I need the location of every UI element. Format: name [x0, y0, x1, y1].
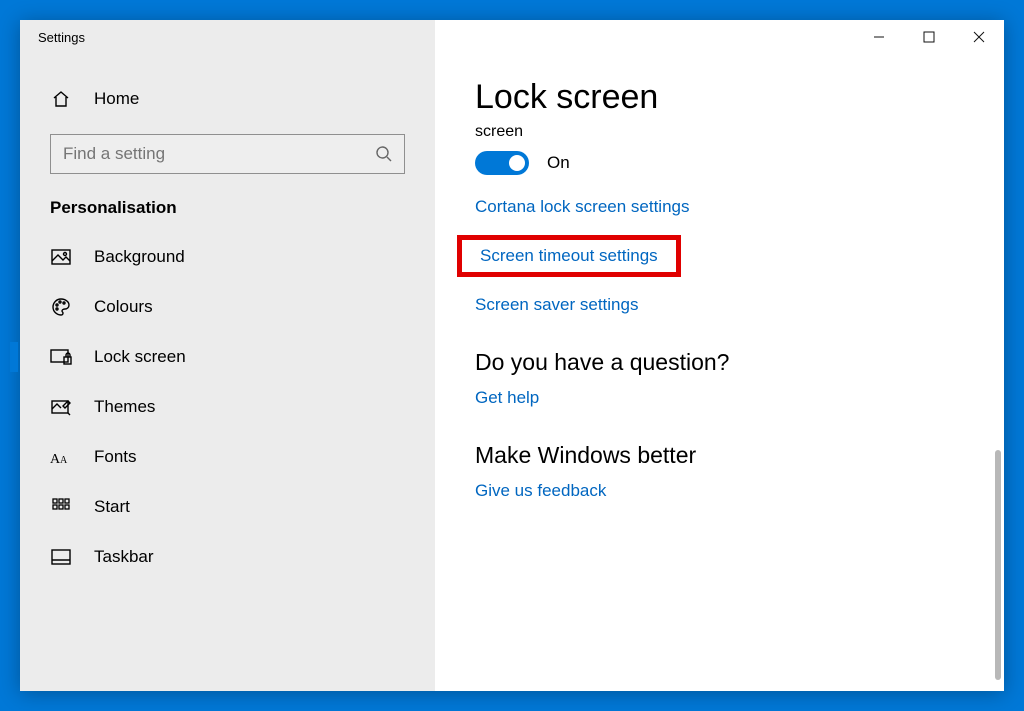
sidebar-item-taskbar[interactable]: Taskbar	[20, 532, 435, 582]
window-title: Settings	[20, 30, 85, 45]
search-icon	[364, 145, 404, 163]
sidebar-item-themes[interactable]: Themes	[20, 382, 435, 432]
home-button[interactable]: Home	[20, 76, 435, 122]
taskbar-icon	[50, 549, 72, 565]
lock-screen-icon	[50, 348, 72, 366]
feedback-link[interactable]: Give us feedback	[475, 481, 964, 501]
sidebar-item-start[interactable]: Start	[20, 482, 435, 532]
better-heading: Make Windows better	[475, 442, 964, 469]
sidebar-item-lock-screen[interactable]: Lock screen	[20, 332, 435, 382]
sidebar-item-colours[interactable]: Colours	[20, 282, 435, 332]
minimize-button[interactable]	[854, 20, 904, 54]
scrollbar-thumb[interactable]	[995, 450, 1001, 680]
settings-window: Settings Home	[20, 20, 1004, 691]
screen-toggle[interactable]	[475, 151, 529, 175]
question-heading: Do you have a question?	[475, 349, 964, 376]
maximize-button[interactable]	[904, 20, 954, 54]
nav-list: Background Colours	[20, 232, 435, 582]
page-title: Lock screen	[475, 78, 964, 117]
sidebar-item-fonts[interactable]: AA Fonts	[20, 432, 435, 482]
palette-icon	[50, 297, 72, 317]
get-help-link[interactable]: Get help	[475, 388, 964, 408]
sidebar-item-label: Start	[94, 497, 130, 517]
sidebar-item-label: Taskbar	[94, 547, 154, 567]
sidebar-item-label: Background	[94, 247, 185, 267]
sidebar: Home Personalisation	[20, 20, 435, 691]
svg-text:A: A	[60, 455, 68, 466]
start-icon	[50, 498, 72, 516]
sidebar-item-background[interactable]: Background	[20, 232, 435, 282]
cortana-lock-screen-link[interactable]: Cortana lock screen settings	[475, 197, 964, 217]
screen-saver-link[interactable]: Screen saver settings	[475, 295, 964, 315]
search-box[interactable]	[50, 134, 405, 174]
sidebar-item-label: Colours	[94, 297, 153, 317]
close-button[interactable]	[954, 20, 1004, 54]
screen-timeout-link[interactable]: Screen timeout settings	[457, 235, 681, 277]
search-input[interactable]	[51, 135, 364, 173]
fonts-icon: AA	[50, 448, 72, 466]
themes-icon	[50, 398, 72, 416]
toggle-state-label: On	[547, 153, 570, 173]
home-label: Home	[94, 89, 139, 109]
section-label: screen	[475, 123, 964, 141]
title-bar: Settings	[20, 20, 1004, 54]
sidebar-item-label: Lock screen	[94, 347, 186, 367]
picture-icon	[50, 249, 72, 265]
content-pane: Lock screen screen On Cortana lock scree…	[435, 20, 1004, 691]
sidebar-item-label: Fonts	[94, 447, 137, 467]
sidebar-item-label: Themes	[94, 397, 155, 417]
category-heading: Personalisation	[50, 198, 435, 218]
home-icon	[50, 89, 72, 109]
